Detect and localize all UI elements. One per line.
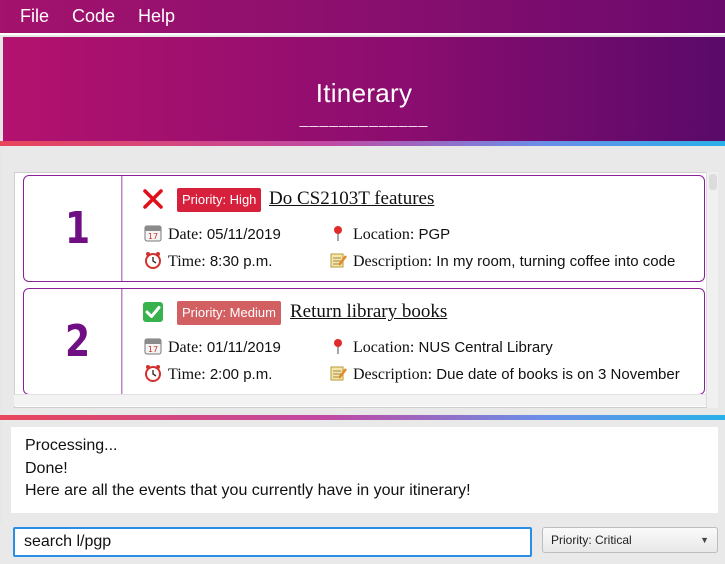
memo-icon	[330, 253, 347, 268]
event-title: Do CS2103T features	[269, 188, 435, 209]
event-location: Location: PGP	[329, 224, 450, 244]
list-vertical-scrollbar[interactable]	[706, 172, 718, 408]
menu-file[interactable]: File	[20, 6, 49, 27]
svg-text:17: 17	[148, 232, 158, 241]
cross-icon	[143, 189, 163, 209]
result-line: Here are all the events that you current…	[25, 482, 471, 499]
result-display: Processing... Done! Here are all the eve…	[11, 427, 718, 513]
svg-text:17: 17	[148, 345, 158, 354]
app-header: Itinerary _____________	[3, 37, 725, 141]
calendar-icon: 17	[144, 225, 162, 242]
result-panel: Processing... Done! Here are all the eve…	[3, 420, 725, 524]
event-date: 17 Date: 05/11/2019	[144, 224, 281, 244]
alarm-clock-icon	[145, 252, 161, 269]
event-index: 2	[34, 289, 123, 394]
event-location: Location: NUS Central Library	[329, 337, 553, 357]
date-value: 01/11/2019	[206, 339, 281, 356]
event-description: Description: Due date of books is on 3 N…	[329, 364, 680, 384]
page-title: Itinerary	[315, 78, 413, 108]
event-card[interactable]: 2 Priority: Medium Return library books …	[23, 288, 705, 395]
event-list-panel: 1 Priority: High Do CS2103T features 17 …	[3, 146, 725, 414]
result-line: Done!	[25, 459, 68, 477]
priority-badge: Priority: Medium	[177, 301, 281, 325]
event-index: 1	[34, 176, 123, 281]
event-time: Time: 2:00 p.m.	[144, 364, 272, 384]
event-card[interactable]: 1 Priority: High Do CS2103T features 17 …	[23, 175, 705, 282]
menu-code[interactable]: Code	[72, 6, 115, 27]
command-input[interactable]	[13, 527, 532, 557]
time-value: 8:30 p.m.	[209, 253, 273, 270]
chevron-down-icon: ▼	[700, 535, 709, 545]
memo-icon	[330, 366, 347, 381]
result-line: Processing...	[25, 437, 118, 454]
event-date: 17 Date: 01/11/2019	[144, 337, 281, 357]
check-icon	[143, 302, 163, 322]
alarm-clock-icon	[145, 365, 161, 382]
location-value: PGP	[418, 226, 451, 243]
event-description: Description: In my room, turning coffee …	[329, 251, 675, 271]
priority-selected-value: Priority: Critical	[551, 533, 632, 547]
date-value: 05/11/2019	[206, 226, 281, 243]
menu-help[interactable]: Help	[138, 6, 175, 27]
priority-badge: Priority: High	[177, 188, 262, 212]
event-list[interactable]: 1 Priority: High Do CS2103T features 17 …	[14, 172, 707, 408]
pin-icon	[334, 339, 342, 354]
event-title: Return library books	[290, 301, 448, 322]
description-value: In my room, turning coffee into code	[436, 253, 676, 270]
title-underline: _____________	[299, 111, 429, 128]
menu-bar: File Code Help	[0, 0, 725, 35]
calendar-icon: 17	[144, 338, 162, 355]
priority-dropdown[interactable]: Priority: Critical ▼	[542, 527, 718, 553]
time-value: 2:00 p.m.	[209, 366, 273, 383]
pin-icon	[334, 226, 342, 241]
command-row: Priority: Critical ▼	[0, 524, 725, 564]
event-time: Time: 8:30 p.m.	[144, 251, 272, 271]
description-value: Due date of books is on 3 November	[436, 366, 680, 383]
list-horizontal-scrollbar[interactable]	[14, 394, 706, 406]
location-value: NUS Central Library	[418, 339, 553, 356]
scroll-thumb[interactable]	[709, 174, 717, 190]
